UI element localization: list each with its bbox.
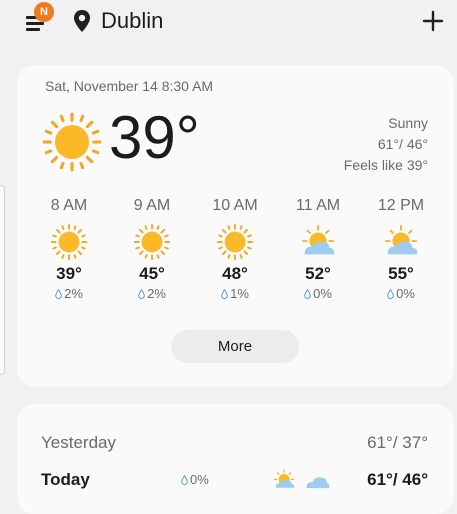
hour-precipitation: 2% (110, 285, 194, 303)
precip-value: 2% (147, 286, 166, 301)
hourly-item: 11 AM 52° 0% (276, 195, 360, 303)
day-temperature-range: 61°/ 37° (367, 433, 428, 452)
hour-temperature: 39° (56, 264, 82, 283)
sun-icon (50, 223, 88, 261)
day-temperature-range: 61°/ 46° (367, 470, 428, 489)
adjacent-card-edge (0, 185, 5, 375)
condition-text: Sunny (388, 115, 428, 131)
current-temperature: 39° (109, 104, 200, 171)
hour-label: 10 AM (212, 197, 258, 214)
precip-value: 2% (64, 286, 83, 301)
hour-precipitation: 0% (276, 285, 360, 303)
feels-like: Feels like 39° (343, 157, 428, 173)
hour-precipitation: 0% (359, 285, 443, 303)
notification-badge: N (34, 2, 54, 22)
condition-summary: Sunny 61°/ 46° Feels like 39° (344, 113, 428, 176)
hour-precipitation: 2% (27, 285, 111, 303)
hour-label: 11 AM (295, 197, 341, 214)
precip-value: 1% (230, 286, 249, 301)
hour-label: 8 AM (50, 197, 88, 214)
raindrop-icon (221, 289, 228, 299)
hourly-item: 9 AM 45° 2% (110, 195, 194, 303)
hour-temperature: 52° (305, 264, 331, 283)
day-label: Yesterday (41, 433, 116, 452)
hour-precipitation: 1% (193, 285, 277, 303)
hour-label: 12 PM (377, 197, 425, 214)
precip-value: 0% (190, 472, 209, 487)
hourly-item: 10 AM 48° 1% (193, 195, 277, 303)
current-weather-card[interactable]: Sat, November 14 8:30 AM 39° Sunny 61°/ … (17, 65, 454, 387)
precip-value: 0% (313, 286, 332, 301)
hourly-forecast: 8 AM 39° 2% 9 AM 45° 2% 10 AM 48° 1% 11 … (27, 195, 442, 315)
raindrop-icon (55, 289, 62, 299)
day-precipitation: 0% (181, 467, 209, 493)
cloud-icon (304, 470, 330, 492)
raindrop-icon (138, 289, 145, 299)
daily-row-today[interactable]: Today 0% 61°/ 46° (41, 467, 428, 493)
raindrop-icon (304, 289, 311, 299)
sun-icon (216, 223, 254, 261)
high-low-temperature: 61°/ 46° (377, 136, 428, 152)
sun-icon (133, 223, 171, 261)
hourly-item: 8 AM 39° 2% (27, 195, 111, 303)
hour-temperature: 45° (139, 264, 165, 283)
partly-cloudy-icon (272, 468, 296, 492)
menu-icon-bar (26, 28, 40, 31)
plus-icon[interactable] (420, 8, 446, 34)
current-datetime: Sat, November 14 8:30 AM (45, 78, 214, 94)
raindrop-icon (181, 475, 188, 485)
partly-cloudy-icon (299, 223, 337, 261)
hour-temperature: 48° (222, 264, 248, 283)
top-bar: N Dublin (0, 0, 457, 44)
city-name[interactable]: Dublin (101, 7, 163, 35)
hour-temperature: 55° (388, 264, 414, 283)
sun-icon (41, 111, 103, 173)
hour-label: 9 AM (133, 197, 171, 214)
location-pin-icon (74, 10, 90, 32)
hourly-item: 12 PM 55° 0% (359, 195, 443, 303)
partly-cloudy-icon (382, 223, 420, 261)
daily-row-yesterday[interactable]: Yesterday 61°/ 37° (41, 430, 428, 456)
day-label: Today (41, 470, 90, 489)
precip-value: 0% (396, 286, 415, 301)
daily-forecast-card[interactable]: Yesterday 61°/ 37° Today 0% 61°/ 46° (17, 404, 454, 514)
more-button[interactable]: More (171, 330, 299, 363)
menu-icon-bar (26, 22, 44, 25)
raindrop-icon (387, 289, 394, 299)
